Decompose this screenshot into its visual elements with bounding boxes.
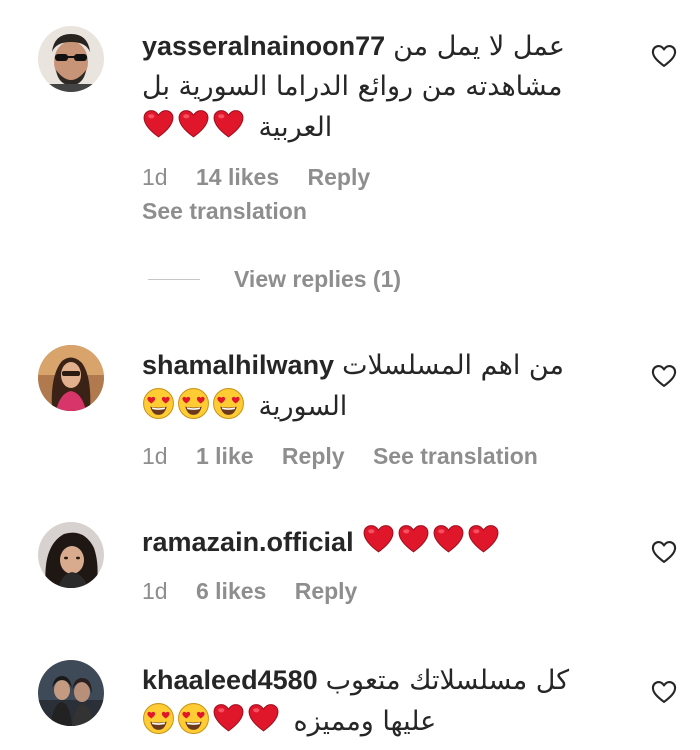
like-heart-icon[interactable]: [650, 362, 678, 390]
comment-meta: 1d 1 like Reply See translation: [142, 439, 612, 473]
username[interactable]: yasseralnainoon77: [142, 31, 385, 61]
username[interactable]: ramazain.official: [142, 527, 354, 557]
avatar[interactable]: [38, 345, 104, 411]
comment-text: العربية: [258, 112, 333, 143]
comment-body: shamalhilwany من اهم المسلسلات السورية 1d…: [142, 345, 612, 473]
likes-count[interactable]: 14 likes: [196, 164, 279, 190]
emoji-row: [142, 108, 245, 141]
comment-text-line: shamalhilwany من اهم المسلسلات: [142, 345, 612, 386]
avatar[interactable]: [38, 660, 104, 726]
see-translation-button[interactable]: See translation: [373, 443, 538, 469]
avatar[interactable]: [38, 522, 104, 588]
comment-meta: 1d 14 likes Reply: [142, 160, 612, 194]
view-replies-button[interactable]: View replies (1): [148, 262, 401, 296]
red-heart-emoji: [177, 108, 210, 141]
comment-meta: 1d 6 likes Reply: [142, 574, 612, 608]
see-translation-button[interactable]: See translation: [142, 194, 612, 228]
comment-time: 1d: [142, 164, 168, 190]
red-heart-emoji: [142, 108, 175, 141]
comment-time: 1d: [142, 578, 168, 604]
reply-button[interactable]: Reply: [295, 578, 358, 604]
red-heart-emoji: [247, 702, 280, 735]
red-heart-emoji: [212, 108, 245, 141]
emoji-row: [362, 523, 500, 556]
comment-text-line: ramazain.official: [142, 522, 612, 562]
divider-line: [148, 278, 200, 280]
comment-text: عمل لا يمل من: [393, 31, 566, 62]
red-heart-emoji: [212, 702, 245, 735]
comment-body: yasseralnainoon77 عمل لا يمل من مشاهدته م…: [142, 26, 612, 228]
heart-eyes-emoji: [142, 387, 175, 420]
like-heart-icon[interactable]: [650, 538, 678, 566]
comment-text: من اهم المسلسلات: [342, 350, 564, 381]
like-heart-icon[interactable]: [650, 678, 678, 706]
avatar[interactable]: [38, 26, 104, 92]
view-replies-label: View replies (1): [234, 265, 402, 292]
comment-text: مشاهدته من روائع الدراما السورية بل: [142, 71, 563, 102]
comment-text: كل مسلسلاتك متعوب: [325, 665, 570, 696]
heart-eyes-emoji: [177, 387, 210, 420]
red-heart-emoji: [467, 523, 500, 556]
heart-eyes-emoji: [142, 702, 175, 735]
comment-text-line: khaaleed4580 كل مسلسلاتك متعوب: [142, 660, 612, 701]
likes-count[interactable]: 1 like: [196, 443, 254, 469]
comment-text-line: العربية: [142, 107, 612, 148]
comment-text: عليها ومميزه: [293, 706, 437, 737]
comment-text: السورية: [258, 391, 348, 422]
reply-button[interactable]: Reply: [308, 164, 371, 190]
username[interactable]: shamalhilwany: [142, 350, 334, 380]
comment-text-line: السورية: [142, 386, 612, 427]
emoji-row: [142, 387, 245, 420]
heart-eyes-emoji: [177, 702, 210, 735]
comment-body: ramazain.official 1d 6 likes Reply: [142, 522, 612, 608]
heart-eyes-emoji: [212, 387, 245, 420]
comment-time: 1d: [142, 443, 168, 469]
likes-count[interactable]: 6 likes: [196, 578, 266, 604]
comment-body: khaaleed4580 كل مسلسلاتك متعوب عليها وممي…: [142, 660, 612, 742]
reply-button[interactable]: Reply: [282, 443, 345, 469]
like-heart-icon[interactable]: [650, 42, 678, 70]
comment-text-line: عليها ومميزه: [142, 701, 612, 742]
red-heart-emoji: [432, 523, 465, 556]
red-heart-emoji: [362, 523, 395, 556]
comment-text-line: yasseralnainoon77 عمل لا يمل من: [142, 26, 612, 67]
emoji-row: [142, 702, 280, 735]
username[interactable]: khaaleed4580: [142, 665, 318, 695]
red-heart-emoji: [397, 523, 430, 556]
